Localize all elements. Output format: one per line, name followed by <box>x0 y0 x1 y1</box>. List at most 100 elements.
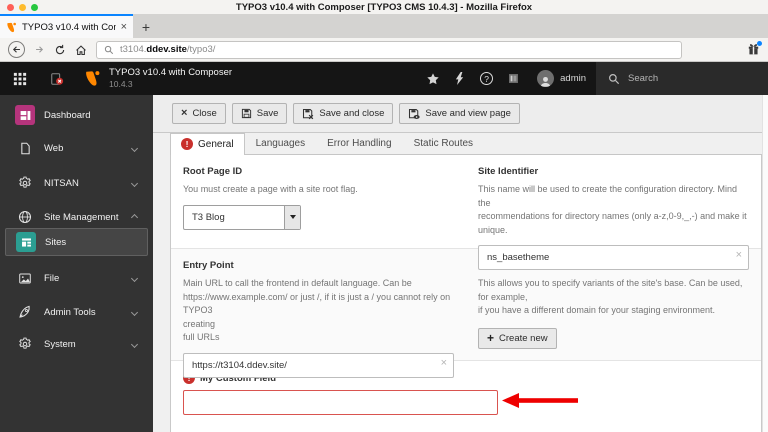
docs-button[interactable] <box>500 62 527 95</box>
main-area: Dashboard Web NITSAN Site Management Sit… <box>0 95 768 432</box>
close-button[interactable]: × Close <box>172 103 226 124</box>
select-value: T3 Blog <box>192 211 225 223</box>
field-variants: Variants for the Entry Point This allows… <box>478 260 749 378</box>
site-identifier-input[interactable] <box>478 245 749 270</box>
username-label: admin <box>560 73 586 84</box>
home-icon <box>76 44 86 55</box>
sidebar-item-admin-tools[interactable]: Admin Tools <box>0 297 153 327</box>
clear-input-icon[interactable]: × <box>736 250 742 261</box>
maximize-window-button[interactable] <box>31 4 38 11</box>
chevron-down-icon <box>130 274 139 282</box>
field-label: Site Identifier <box>478 166 539 177</box>
topbar-search[interactable] <box>596 62 768 95</box>
module-sidebar: Dashboard Web NITSAN Site Management Sit… <box>0 95 153 432</box>
url-bar[interactable]: t3104.ddev.site/typo3/ <box>96 40 682 59</box>
help-button[interactable]: ? <box>473 62 500 95</box>
sidebar-item-label: Site Management <box>44 211 119 223</box>
search-input[interactable] <box>628 73 728 84</box>
user-menu-button[interactable]: admin <box>527 62 596 95</box>
document-icon <box>15 142 35 155</box>
browser-tab[interactable]: TYPO3 v10.4 with Comp × <box>0 14 133 38</box>
browser-navbar: t3104.ddev.site/typo3/ <box>0 38 768 62</box>
chevron-down-icon <box>130 144 139 152</box>
tab-title: TYPO3 v10.4 with Comp <box>22 21 116 33</box>
screen: TYPO3 v10.4 with Composer [TYPO3 CMS 10.… <box>0 0 768 432</box>
extension-button[interactable] <box>747 41 762 56</box>
form-row-1: Root Page ID You must create a page with… <box>171 155 761 270</box>
image-icon <box>15 272 35 285</box>
site-version: 10.4.3 <box>109 79 133 90</box>
sidebar-item-system[interactable]: System <box>0 329 153 359</box>
save-and-view-button[interactable]: Save and view page <box>399 103 520 124</box>
tab-static-routes[interactable]: Static Routes <box>403 134 484 154</box>
create-new-button[interactable]: + Create new <box>478 327 557 349</box>
reload-icon <box>55 44 65 54</box>
opendocs-close-icon <box>51 72 64 85</box>
tab-error-handling[interactable]: Error Handling <box>316 134 402 154</box>
plus-icon: + <box>487 331 495 345</box>
sidebar-item-dashboard[interactable]: Dashboard <box>0 100 153 130</box>
form-panel: Root Page ID You must create a page with… <box>170 155 762 432</box>
field-label: Root Page ID <box>183 166 243 177</box>
typo3-logo-icon <box>86 71 100 86</box>
sidebar-item-file[interactable]: File <box>0 263 153 293</box>
home-button[interactable] <box>75 44 87 56</box>
opendocs-button[interactable] <box>40 62 74 95</box>
sidebar-item-label: Sites <box>45 236 67 248</box>
grid-icon <box>13 72 27 85</box>
annotation-arrow-icon <box>502 393 578 408</box>
sidebar-item-label: Dashboard <box>44 109 91 121</box>
field-description: Main URL to call the frontend in default… <box>183 278 451 342</box>
save-close-icon <box>303 108 314 119</box>
star-icon <box>426 72 439 84</box>
rocket-icon <box>15 305 35 319</box>
new-tab-button[interactable]: + <box>133 19 159 38</box>
select-caret-box <box>284 205 300 229</box>
sidebar-item-nitsan[interactable]: NITSAN <box>0 168 153 198</box>
window-controls <box>7 4 38 11</box>
question-icon: ? <box>480 72 494 85</box>
root-page-select[interactable]: T3 Blog <box>183 204 301 230</box>
bolt-icon <box>455 72 464 85</box>
bookmarks-button[interactable] <box>419 62 446 95</box>
brand-text: TYPO3 v10.4 with Composer 10.4.3 <box>109 67 232 90</box>
scrollbar-track[interactable] <box>762 95 768 432</box>
sidebar-item-sites[interactable]: Sites <box>5 228 148 256</box>
chevron-down-icon <box>130 308 139 316</box>
form-tabs: ! General Languages Error Handling Stati… <box>170 133 762 155</box>
forward-button[interactable] <box>34 44 45 55</box>
forward-arrow-icon <box>36 46 44 53</box>
browser-tabbar: TYPO3 v10.4 with Comp × + <box>0 14 768 38</box>
avatar <box>537 70 555 87</box>
gear-icon <box>15 337 35 351</box>
save-and-close-button[interactable]: Save and close <box>293 103 394 124</box>
tab-general[interactable]: ! General <box>170 133 245 155</box>
entry-point-input[interactable] <box>183 352 454 378</box>
save-view-icon <box>409 108 420 119</box>
search-icon <box>104 45 114 54</box>
close-window-button[interactable] <box>7 4 14 11</box>
tab-close-icon[interactable]: × <box>121 21 127 33</box>
url-text: t3104.ddev.site/typo3/ <box>120 44 216 55</box>
clear-input-icon[interactable]: × <box>441 357 447 369</box>
field-site-identifier: Site Identifier This name will be used t… <box>478 166 749 270</box>
reload-button[interactable] <box>54 44 66 56</box>
field-description: This allows you to specify variants of t… <box>478 278 743 315</box>
gear-icon <box>15 176 35 190</box>
input-wrap: × <box>183 352 454 378</box>
input-wrap <box>183 390 749 415</box>
minimize-window-button[interactable] <box>19 4 26 11</box>
tab-languages[interactable]: Languages <box>245 134 317 154</box>
my-custom-field-input[interactable] <box>183 390 498 415</box>
error-badge-icon: ! <box>181 138 193 150</box>
window-titlebar: TYPO3 v10.4 with Composer [TYPO3 CMS 10.… <box>0 0 768 14</box>
typo3-brand[interactable]: TYPO3 v10.4 with Composer 10.4.3 <box>74 62 242 95</box>
save-button[interactable]: Save <box>231 103 288 124</box>
back-button[interactable] <box>8 41 25 58</box>
sites-icon <box>16 232 36 252</box>
clear-cache-button[interactable] <box>446 62 473 95</box>
sidebar-item-web[interactable]: Web <box>0 133 153 163</box>
module-menu-toggle-button[interactable] <box>0 62 40 95</box>
dashboard-icon <box>15 105 35 125</box>
